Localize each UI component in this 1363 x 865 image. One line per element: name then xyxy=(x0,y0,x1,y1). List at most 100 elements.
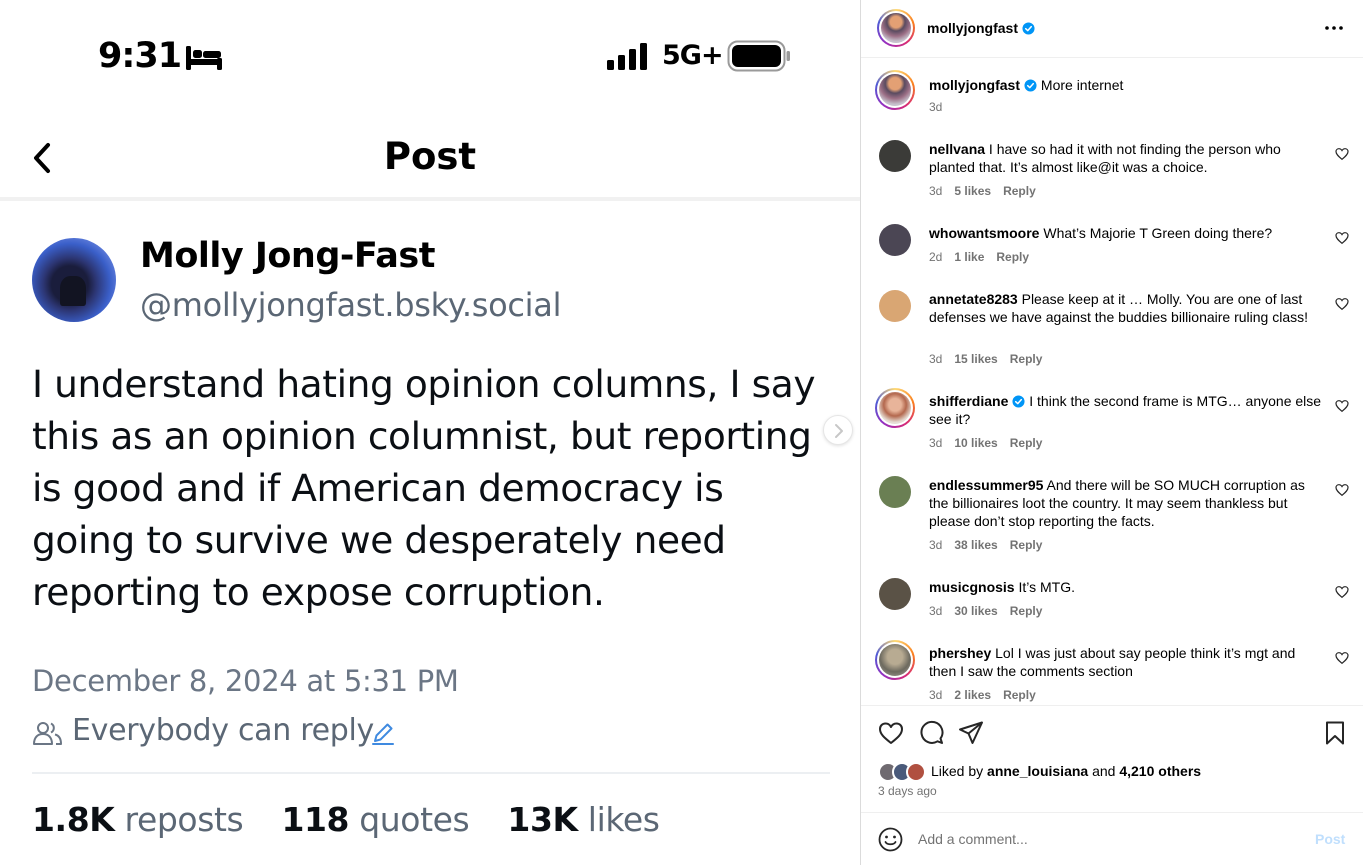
comment-time: 3d xyxy=(929,352,943,366)
comment-text: nellvana I have so had it with not findi… xyxy=(929,140,1324,176)
comment-text: shifferdiane I think the second frame is… xyxy=(929,392,1324,428)
liked-by-user[interactable]: anne_louisiana xyxy=(987,763,1088,779)
battery-icon xyxy=(727,40,790,72)
instagram-panel: mollyjongfast mollyjongfast More interne… xyxy=(860,0,1363,865)
post-comment-button[interactable]: Post xyxy=(1315,831,1345,847)
caption: mollyjongfast More internet xyxy=(929,76,1324,94)
comment-time: 2d xyxy=(929,250,943,264)
author-handle[interactable]: @mollyjongfast.bsky.social xyxy=(140,286,561,324)
reply-button[interactable]: Reply xyxy=(1010,436,1043,450)
comment-time: 3d xyxy=(929,688,943,702)
add-comment-bar: Post xyxy=(861,812,1363,865)
comment-avatar[interactable] xyxy=(879,224,911,256)
comments-list[interactable]: mollyjongfast More internet 3d nellvana … xyxy=(861,59,1363,705)
reply-setting: Everybody can reply xyxy=(72,713,374,748)
comment-avatar[interactable] xyxy=(879,476,911,508)
like-comment-heart-icon[interactable] xyxy=(1335,147,1349,161)
like-comment-heart-icon[interactable] xyxy=(1335,585,1349,599)
like-comment-heart-icon[interactable] xyxy=(1335,297,1349,311)
more-options-icon[interactable] xyxy=(1324,20,1344,36)
network-type: 5G+ xyxy=(662,40,724,71)
reply-button[interactable]: Reply xyxy=(1010,538,1043,552)
edit-pencil-icon[interactable] xyxy=(370,720,396,746)
post-text-line: reporting to expose corruption. xyxy=(32,570,605,614)
like-heart-icon[interactable] xyxy=(878,720,904,746)
post-text-line: going to survive we desperately need xyxy=(32,518,726,562)
verified-badge-icon xyxy=(1012,395,1025,408)
comment-time: 3d xyxy=(929,538,943,552)
post-stats: 1.8K reposts 118 quotes 13K likes xyxy=(32,800,660,839)
comment-likes[interactable]: 30 likes xyxy=(954,604,997,618)
sleep-mode-icon xyxy=(186,46,222,70)
quotes-count: 118 xyxy=(281,800,350,839)
post-text: I understand hating opinion columns, I s… xyxy=(32,358,832,618)
header-username-text[interactable]: mollyjongfast xyxy=(927,20,1018,36)
comment-time: 3d xyxy=(929,436,943,450)
comment-avatar[interactable] xyxy=(879,578,911,610)
author-name[interactable]: Molly Jong-Fast xyxy=(140,236,435,276)
comment-body: What’s Majorie T Green doing there? xyxy=(1043,225,1273,241)
caption-avatar[interactable] xyxy=(875,70,915,110)
comment-username[interactable]: annetate8283 xyxy=(929,291,1018,307)
comment-text: annetate8283 Please keep at it … Molly. … xyxy=(929,290,1324,326)
header-username[interactable]: mollyjongfast xyxy=(927,20,1035,36)
reply-button[interactable]: Reply xyxy=(1010,604,1043,618)
author-avatar[interactable] xyxy=(32,238,116,322)
comment-avatar[interactable] xyxy=(879,290,911,322)
comment-username[interactable]: nellvana xyxy=(929,141,985,157)
comment-meta: 3d 38 likes Reply xyxy=(929,538,1042,552)
verified-badge-icon xyxy=(1022,22,1035,35)
header-avatar[interactable] xyxy=(877,9,915,47)
post-timestamp: December 8, 2024 at 5:31 PM xyxy=(32,664,459,698)
stats-divider xyxy=(32,772,830,774)
post-time-ago[interactable]: 3 days ago xyxy=(878,784,937,798)
comment-avatar-story[interactable] xyxy=(875,388,915,428)
likers-avatars[interactable] xyxy=(878,762,930,782)
like-comment-heart-icon[interactable] xyxy=(1335,483,1349,497)
reply-button[interactable]: Reply xyxy=(996,250,1029,264)
page-title: Post xyxy=(383,135,477,178)
bluesky-post-image: 9:31 5G+ Post Molly Jong-Fast @mollyjong… xyxy=(0,0,860,865)
comment-avatar[interactable] xyxy=(879,140,911,172)
likes-label: likes xyxy=(587,800,660,839)
reply-button[interactable]: Reply xyxy=(1003,688,1036,702)
like-comment-heart-icon[interactable] xyxy=(1335,231,1349,245)
comment-username[interactable]: whowantsmoore xyxy=(929,225,1039,241)
comment-likes[interactable]: 1 like xyxy=(954,250,984,264)
comment-username[interactable]: shifferdiane xyxy=(929,393,1008,409)
caption-username[interactable]: mollyjongfast xyxy=(929,77,1020,93)
share-send-icon[interactable] xyxy=(958,720,984,746)
comment-likes[interactable]: 10 likes xyxy=(954,436,997,450)
comment-input[interactable] xyxy=(918,827,1298,851)
save-bookmark-icon[interactable] xyxy=(1322,720,1348,746)
liked-by-prefix: Liked by xyxy=(931,763,984,779)
comment-text: musicgnosis It’s MTG. xyxy=(929,578,1324,596)
like-comment-heart-icon[interactable] xyxy=(1335,399,1349,413)
emoji-icon[interactable] xyxy=(878,827,903,852)
people-icon xyxy=(33,722,62,745)
comment-meta: 3d 10 likes Reply xyxy=(929,436,1042,450)
post-text-line: this as an opinion columnist, but report… xyxy=(32,414,812,458)
quotes-label: quotes xyxy=(359,800,470,839)
comment-likes[interactable]: 2 likes xyxy=(954,688,991,702)
comment-username[interactable]: endlessummer95 xyxy=(929,477,1043,493)
comment-meta: 3d 15 likes Reply xyxy=(929,352,1042,366)
comment-likes[interactable]: 38 likes xyxy=(954,538,997,552)
next-slide-button[interactable] xyxy=(823,415,853,445)
comment-username[interactable]: musicgnosis xyxy=(929,579,1015,595)
reposts-count: 1.8K xyxy=(32,800,115,839)
reply-button[interactable]: Reply xyxy=(1010,352,1043,366)
comment-text: phershey Lol I was just about say people… xyxy=(929,644,1324,680)
reposts-label: reposts xyxy=(124,800,244,839)
comment-likes[interactable]: 15 likes xyxy=(954,352,997,366)
comment-avatar-story[interactable] xyxy=(875,640,915,680)
comment-body: It’s MTG. xyxy=(1018,579,1076,595)
comment-username[interactable]: phershey xyxy=(929,645,991,661)
liked-by-text: Liked by anne_louisiana and 4,210 others xyxy=(931,763,1201,779)
liked-by-others[interactable]: 4,210 others xyxy=(1119,763,1201,779)
comment-bubble-icon[interactable] xyxy=(918,720,944,746)
like-comment-heart-icon[interactable] xyxy=(1335,651,1349,665)
reply-button[interactable]: Reply xyxy=(1003,184,1036,198)
comment-meta: 3d 5 likes Reply xyxy=(929,184,1036,198)
comment-likes[interactable]: 5 likes xyxy=(954,184,991,198)
